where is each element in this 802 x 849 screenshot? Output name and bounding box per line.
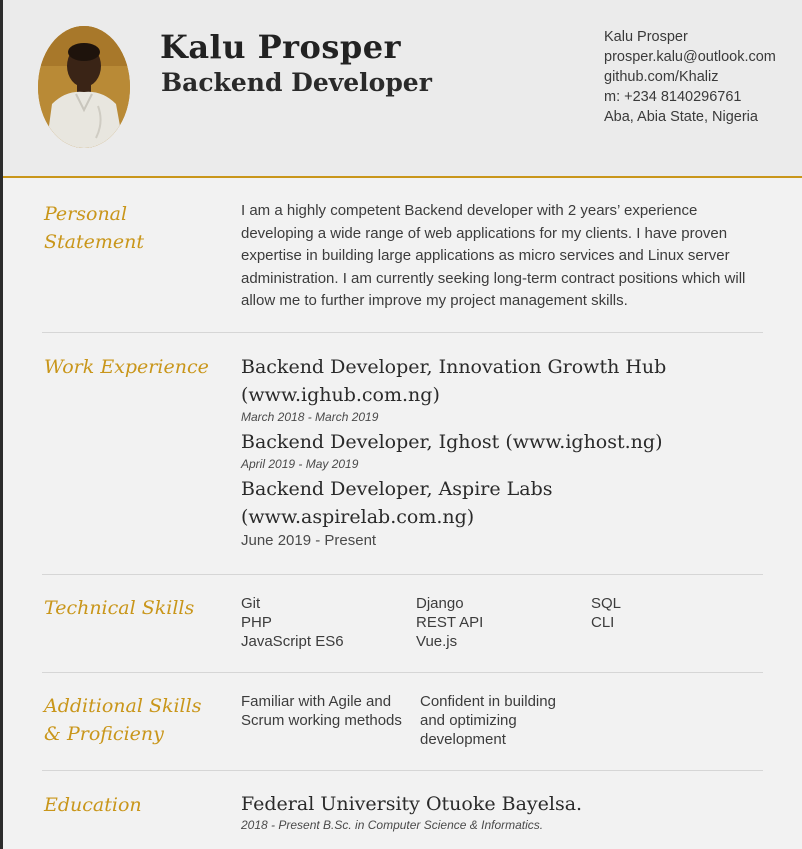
job-entry: Backend Developer, Innovation Growth Hub…	[241, 353, 766, 425]
section-title-line: Personal	[44, 203, 128, 225]
resume-header: Kalu Prosper Backend Developer Kalu Pros…	[3, 0, 802, 178]
contact-github[interactable]: github.com/Khaliz	[604, 67, 776, 87]
skill-item: Vue.js	[416, 633, 458, 650]
section-divider	[42, 574, 763, 575]
personal-statement-body: I am a highly competent Backend develope…	[241, 200, 766, 313]
candidate-name: Kalu Prosper	[160, 28, 401, 66]
additional-skill-item: Familiar with Agile and Scrum working me…	[241, 693, 402, 729]
avatar-illustration	[38, 26, 130, 148]
skill-item: SQL	[591, 595, 622, 612]
additional-skill-item: Confident in building and optimizing dev…	[420, 693, 556, 748]
additional-skills-grid: Familiar with Agile and Scrum working me…	[241, 692, 766, 749]
contact-block: Kalu Prosper prosper.kalu@outlook.com gi…	[604, 27, 776, 127]
education-body: Federal University Otuoke Bayelsa. 2018 …	[241, 791, 766, 833]
section-title-additional-skills: Additional Skills & Proficieny	[44, 692, 234, 748]
section-title-line: & Proficieny	[44, 723, 164, 745]
skill-item: PHP	[241, 614, 272, 631]
job-title: Backend Developer	[161, 68, 432, 97]
contact-location: Aba, Abia State, Nigeria	[604, 109, 758, 125]
section-title-work-experience: Work Experience	[44, 356, 209, 378]
job-role: Backend Developer, Aspire Labs (www.aspi…	[241, 478, 553, 528]
skill-item: JavaScript ES6	[241, 633, 344, 650]
degree-detail: 2018 - Present B.Sc. in Computer Science…	[241, 818, 544, 832]
job-role: Backend Developer, Ighost (www.ighost.ng…	[241, 431, 663, 453]
job-entry: Backend Developer, Ighost (www.ighost.ng…	[241, 428, 766, 472]
contact-phone: m: +234 8140296761	[604, 89, 742, 105]
technical-skills-grid: Git PHP JavaScript ES6 Django REST API V…	[241, 594, 766, 651]
skill-item: REST API	[416, 614, 484, 631]
skill-item: Git	[241, 595, 261, 612]
section-title-line: Statement	[44, 231, 144, 253]
section-divider	[42, 332, 763, 333]
skill-item: CLI	[591, 614, 615, 631]
job-dates: March 2018 - March 2019	[241, 410, 379, 424]
section-divider	[42, 672, 763, 673]
work-experience-body: Backend Developer, Innovation Growth Hub…	[241, 353, 766, 551]
section-title-technical-skills: Technical Skills	[44, 597, 195, 619]
section-title-education: Education	[44, 794, 142, 816]
contact-email[interactable]: prosper.kalu@outlook.com	[604, 47, 776, 67]
school-name: Federal University Otuoke Bayelsa.	[241, 793, 583, 815]
personal-statement-text: I am a highly competent Backend develope…	[241, 202, 746, 309]
job-role: Backend Developer, Innovation Growth Hub…	[241, 356, 667, 406]
skills-column: Git PHP JavaScript ES6	[241, 594, 416, 651]
skills-column: Django REST API Vue.js	[416, 594, 591, 651]
section-title-line: Additional Skills	[44, 695, 202, 717]
profile-photo	[38, 26, 130, 148]
section-title-personal-statement: Personal Statement	[44, 200, 234, 256]
skills-column: SQL CLI	[591, 594, 766, 651]
section-divider	[42, 770, 763, 771]
job-dates: June 2019 - Present	[241, 532, 377, 549]
skill-item: Django	[416, 595, 464, 612]
job-dates: April 2019 - May 2019	[241, 457, 359, 471]
job-entry: Backend Developer, Aspire Labs (www.aspi…	[241, 475, 766, 551]
contact-name: Kalu Prosper	[604, 29, 688, 45]
